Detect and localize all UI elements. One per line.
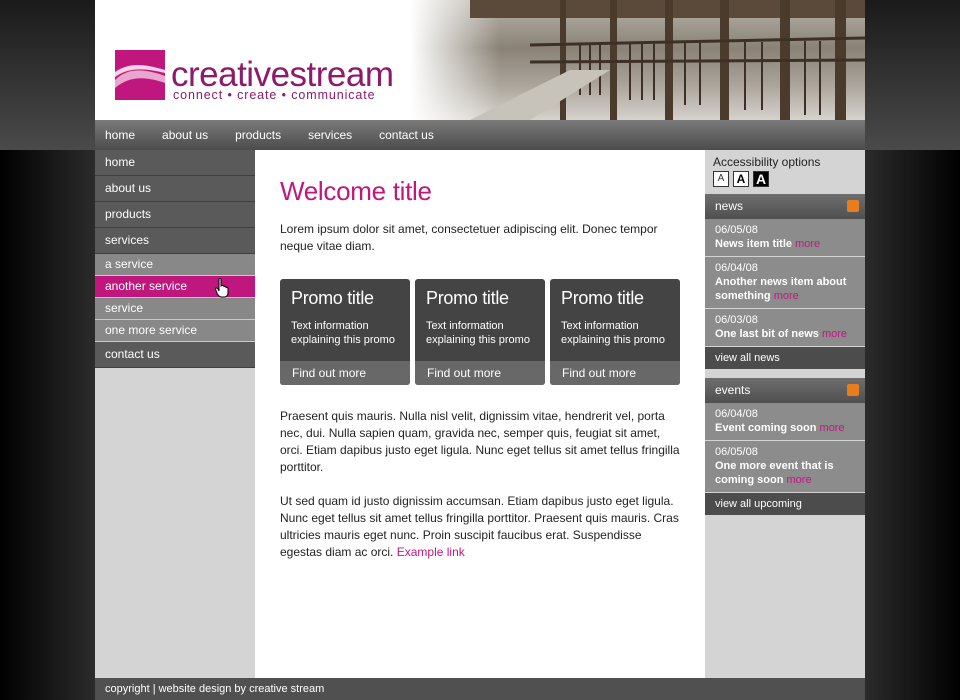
sidebar-subitem-service[interactable]: service bbox=[95, 298, 255, 320]
event-item: 06/05/08 One more event that is coming s… bbox=[705, 441, 865, 493]
promo-find-out-more[interactable]: Find out more bbox=[550, 361, 680, 385]
topnav-about-us[interactable]: about us bbox=[162, 128, 208, 142]
topnav-products[interactable]: products bbox=[235, 128, 281, 142]
event-title[interactable]: Event coming soon bbox=[715, 422, 816, 434]
sidebar-item-home[interactable]: home bbox=[95, 150, 255, 176]
events-header: events bbox=[705, 378, 865, 403]
sidebar-item-services[interactable]: services bbox=[95, 228, 255, 254]
topnav-services[interactable]: services bbox=[308, 128, 352, 142]
intro-paragraph: Lorem ipsum dolor sit amet, consectetuer… bbox=[280, 222, 658, 253]
body-paragraph-1: Praesent quis mauris. Nulla nisl velit, … bbox=[280, 409, 680, 474]
news-heading: news bbox=[715, 199, 744, 213]
promo-box[interactable]: Promo title Text information explaining … bbox=[415, 279, 545, 385]
promo-find-out-more[interactable]: Find out more bbox=[415, 361, 545, 385]
left-sidebar: home about us products services a servic… bbox=[95, 150, 255, 678]
news-date: 06/04/08 bbox=[715, 262, 758, 274]
footer: copyright | website design by creative s… bbox=[95, 678, 865, 700]
logo-name[interactable]: creativestream bbox=[171, 57, 394, 92]
sidebar-item-products[interactable]: products bbox=[95, 202, 255, 228]
sidebar-subitem-a-service[interactable]: a service bbox=[95, 254, 255, 276]
body-paragraph-2: Ut sed quam id justo dignissim accumsan.… bbox=[280, 493, 685, 561]
header-photo bbox=[410, 0, 865, 120]
promo-text: Text information explaining this promo bbox=[426, 320, 530, 346]
high-contrast-button[interactable]: A bbox=[753, 171, 769, 187]
topnav-contact-us[interactable]: contact us bbox=[379, 128, 434, 142]
promo-text: Text information explaining this promo bbox=[561, 320, 665, 346]
accessibility-label: Accessibility options bbox=[713, 155, 821, 169]
news-date: 06/05/08 bbox=[715, 224, 758, 236]
right-sidebar: Accessibility options A A A news 06/05/0… bbox=[705, 150, 865, 678]
event-date: 06/05/08 bbox=[715, 446, 758, 458]
news-item: 06/03/08 One last bit of news more bbox=[705, 309, 865, 347]
promo-box[interactable]: Promo title Text information explaining … bbox=[280, 279, 410, 385]
sidebar-subitem-one-more-service[interactable]: one more service bbox=[95, 320, 255, 342]
logo-tagline: connect • create • communicate bbox=[173, 88, 376, 102]
promo-title: Promo title bbox=[561, 288, 644, 308]
promo-box[interactable]: Promo title Text information explaining … bbox=[550, 279, 680, 385]
rss-icon[interactable] bbox=[847, 200, 859, 212]
news-item: 06/05/08 News item title more bbox=[705, 219, 865, 257]
top-navigation: home about us products services contact … bbox=[95, 120, 865, 150]
event-item: 06/04/08 Event coming soon more bbox=[705, 403, 865, 441]
news-more-link[interactable]: more bbox=[774, 290, 799, 302]
promo-title: Promo title bbox=[426, 288, 509, 308]
sidebar-subitem-another-service[interactable]: another service bbox=[95, 276, 255, 298]
topnav-home[interactable]: home bbox=[105, 128, 135, 142]
promo-title: Promo title bbox=[291, 288, 374, 308]
promo-find-out-more[interactable]: Find out more bbox=[280, 361, 410, 385]
logo-icon[interactable] bbox=[115, 50, 165, 100]
news-title[interactable]: News item title bbox=[715, 238, 792, 250]
view-all-upcoming-link[interactable]: view all upcoming bbox=[705, 493, 865, 515]
text-size-medium-button[interactable]: A bbox=[733, 171, 749, 187]
hand-cursor-icon bbox=[215, 278, 229, 298]
header: creativestream connect • create • commun… bbox=[95, 0, 865, 120]
sidebar-item-contact-us[interactable]: contact us bbox=[95, 342, 255, 368]
news-title[interactable]: One last bit of news bbox=[715, 328, 819, 340]
event-date: 06/04/08 bbox=[715, 408, 758, 420]
body-paragraph-2-text: Ut sed quam id justo dignissim accumsan.… bbox=[280, 494, 679, 559]
text-size-small-button[interactable]: A bbox=[713, 171, 729, 187]
event-more-link[interactable]: more bbox=[787, 474, 812, 486]
sidebar-item-about-us[interactable]: about us bbox=[95, 176, 255, 202]
events-heading: events bbox=[715, 383, 751, 397]
news-item: 06/04/08 Another news item about somethi… bbox=[705, 257, 865, 309]
page-title: Welcome title bbox=[280, 176, 432, 206]
news-more-link[interactable]: more bbox=[822, 328, 847, 340]
page-wrapper: creativestream connect • create • commun… bbox=[95, 0, 865, 700]
event-more-link[interactable]: more bbox=[820, 422, 845, 434]
promo-text: Text information explaining this promo bbox=[291, 320, 395, 346]
rss-icon[interactable] bbox=[847, 384, 859, 396]
news-date: 06/03/08 bbox=[715, 314, 758, 326]
main-content: Welcome title Lorem ipsum dolor sit amet… bbox=[255, 150, 705, 678]
view-all-news-link[interactable]: view all news bbox=[705, 347, 865, 369]
event-title[interactable]: One more event that is coming soon bbox=[715, 460, 834, 486]
sidebar-subitem-label: another service bbox=[105, 279, 188, 293]
example-link[interactable]: Example link bbox=[397, 545, 465, 559]
news-header: news bbox=[705, 194, 865, 219]
news-more-link[interactable]: more bbox=[795, 238, 820, 250]
